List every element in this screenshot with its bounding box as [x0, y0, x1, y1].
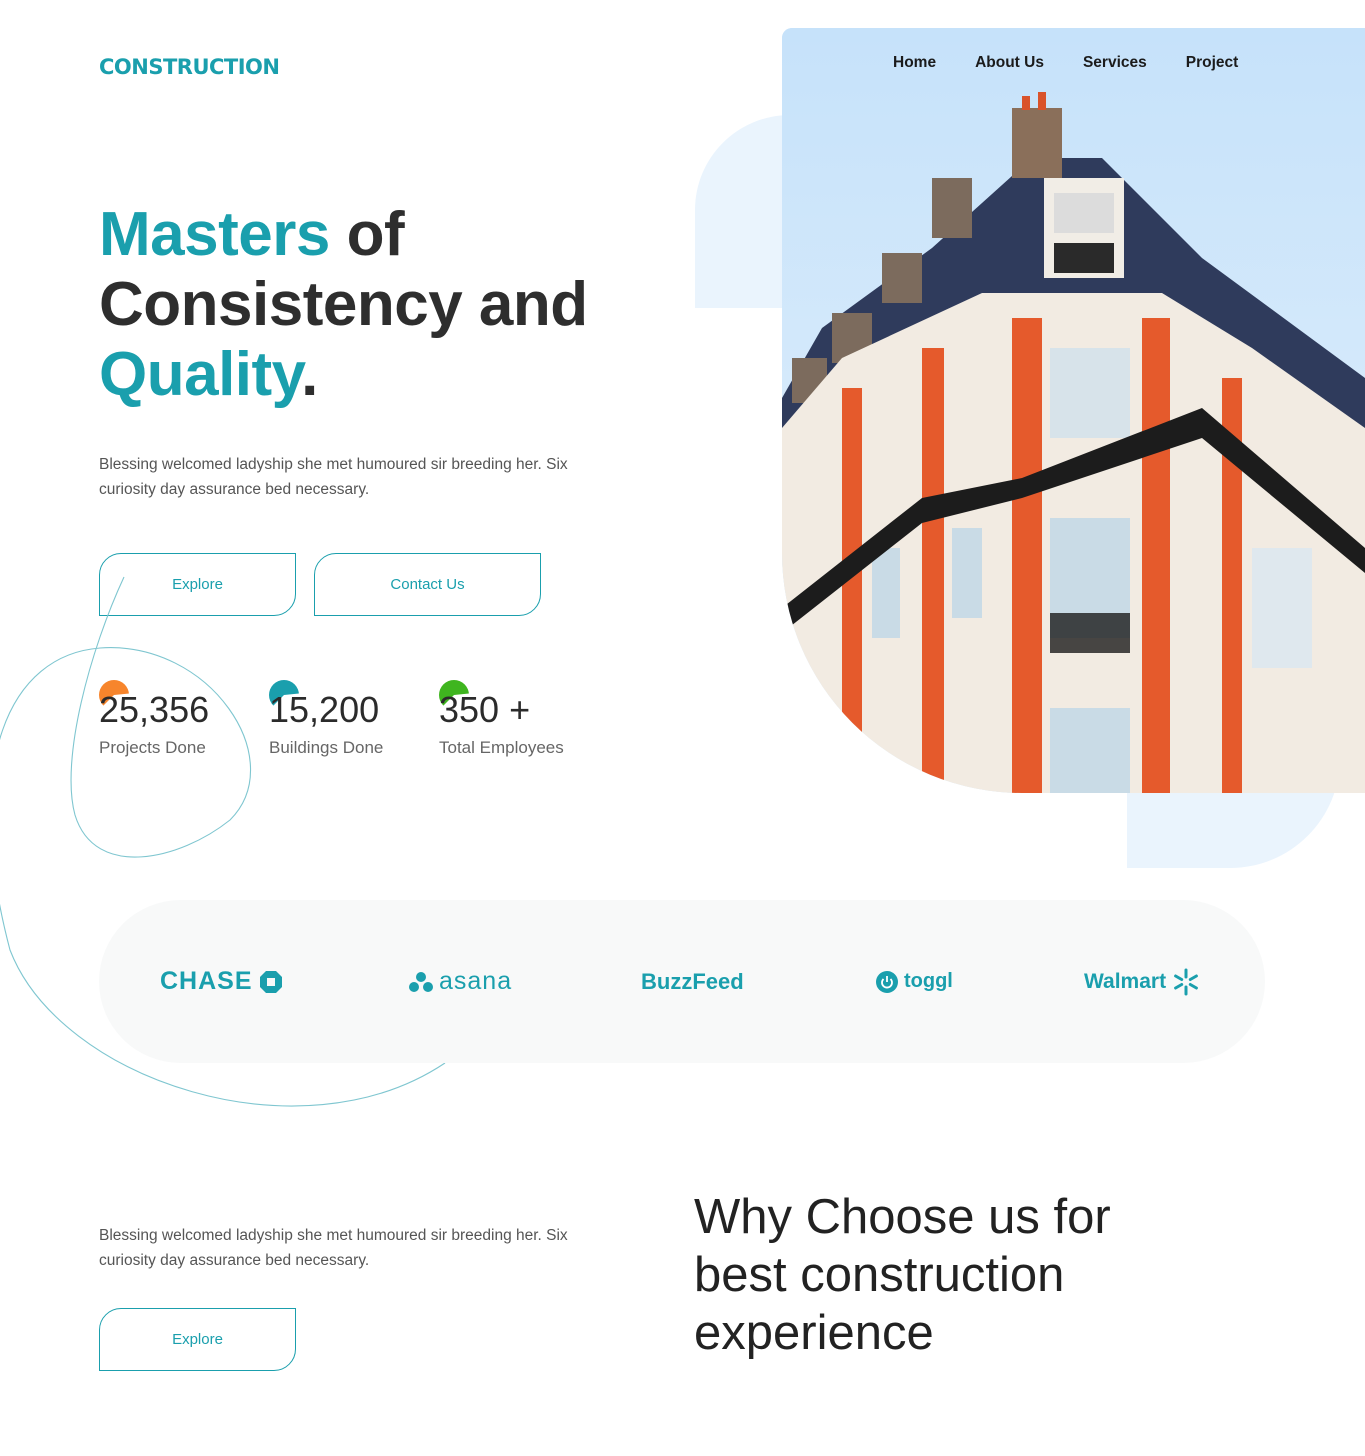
partner-logos-strip: CHASE asana BuzzFeed toggl Walmart: [99, 900, 1265, 1063]
stat-value: 15,200: [269, 689, 380, 730]
hero-headline: Masters of Consistency and Quality.: [99, 200, 588, 410]
partner-asana-label: asana: [439, 967, 513, 995]
stat-projects-done: 25,356 Projects Done: [99, 680, 210, 757]
nav-home[interactable]: Home: [893, 54, 936, 72]
partner-chase[interactable]: CHASE: [160, 900, 283, 1063]
partner-walmart-label: Walmart: [1084, 969, 1167, 993]
partner-toggl-label: toggl: [904, 970, 953, 992]
main-nav: Home About Us Services Project: [893, 54, 1277, 72]
stat-label: Projects Done: [99, 738, 206, 757]
asana-dots-icon: [409, 971, 433, 992]
partner-chase-label: CHASE: [160, 967, 253, 995]
partner-toggl[interactable]: toggl: [876, 900, 953, 1063]
site-logo[interactable]: CONSTRUCTION: [99, 55, 280, 79]
nav-services[interactable]: Services: [1083, 54, 1147, 72]
hero-description: Blessing welcomed ladyship she met humou…: [99, 456, 568, 498]
stat-buildings-done: 15,200 Buildings Done: [269, 680, 383, 757]
headline-text-of: of: [329, 200, 405, 269]
contact-us-button[interactable]: Contact Us: [314, 553, 541, 616]
why-description: Blessing welcomed ladyship she met humou…: [99, 1227, 568, 1269]
chase-octagon-icon: [259, 970, 282, 993]
nav-project[interactable]: Project: [1186, 54, 1239, 72]
nav-about-us[interactable]: About Us: [975, 54, 1044, 72]
headline-accent-quality: Quality: [99, 340, 302, 409]
explore-button-secondary[interactable]: Explore: [99, 1308, 296, 1371]
partner-buzzfeed[interactable]: BuzzFeed: [641, 900, 744, 1063]
partner-asana[interactable]: asana: [409, 900, 512, 1063]
headline-accent-masters: Masters: [99, 200, 330, 269]
headline-period: .: [301, 340, 318, 409]
stat-label: Total Employees: [439, 738, 564, 757]
why-choose-title: Why Choose us for best construction expe…: [694, 1190, 1111, 1360]
toggl-power-icon: [876, 970, 898, 993]
explore-button[interactable]: Explore: [99, 553, 296, 616]
partner-buzzfeed-label: BuzzFeed: [641, 968, 744, 994]
headline-text-consistency: Consistency and: [99, 270, 588, 339]
walmart-spark-icon: [1174, 968, 1198, 995]
stat-total-employees: 350 + Total Employees: [439, 680, 564, 757]
partner-walmart[interactable]: Walmart: [1084, 900, 1200, 1063]
stat-value: 350 +: [439, 689, 531, 730]
stat-value: 25,356: [99, 689, 210, 730]
hero-building-image: [782, 28, 1365, 793]
stat-label: Buildings Done: [269, 738, 384, 757]
